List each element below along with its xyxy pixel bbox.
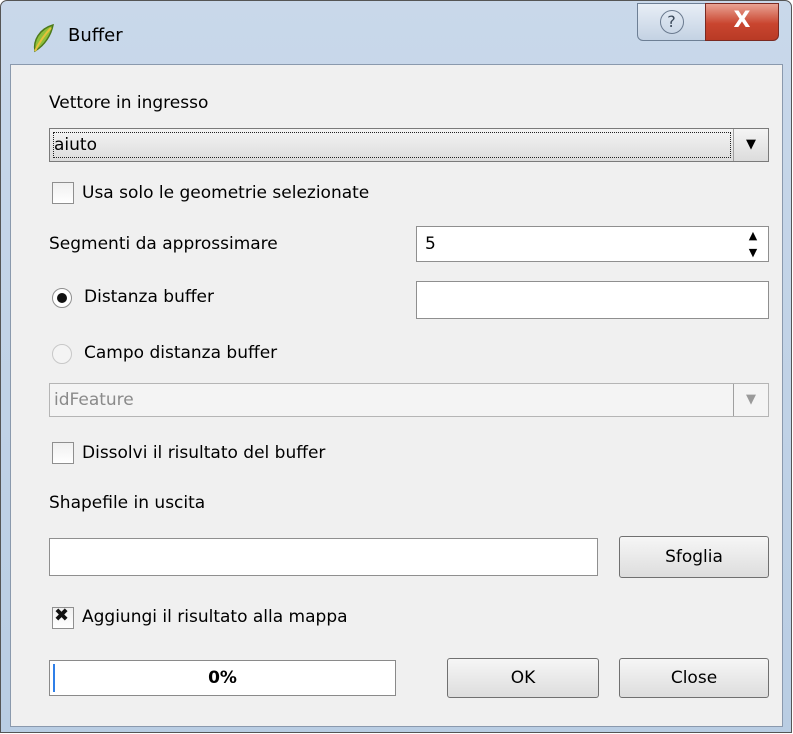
spin-down-icon[interactable]: ▼: [738, 244, 768, 261]
qgis-leaf-icon: [33, 23, 54, 53]
close-icon: X: [733, 8, 751, 33]
ok-button[interactable]: OK: [447, 658, 599, 698]
add-to-map-label: Aggiungi il risultato alla mappa: [82, 607, 348, 627]
progress-fill: [53, 664, 55, 692]
buffer-field-label: Campo distanza buffer: [84, 343, 278, 363]
input-layer-label: Vettore in ingresso: [49, 93, 209, 113]
close-button[interactable]: Close: [619, 658, 769, 698]
dissolve-label: Dissolvi il risultato del buffer: [82, 443, 326, 463]
help-button[interactable]: ?: [637, 3, 706, 41]
buffer-distance-radio[interactable]: [52, 288, 72, 308]
segments-stepper[interactable]: 5 ▲ ▼: [416, 226, 769, 262]
segments-label: Segmenti da approssimare: [49, 234, 278, 254]
buffer-dialog-window: Buffer ? X Vettore in ingresso aiuto ▼ U…: [0, 0, 792, 733]
segments-value: 5: [425, 234, 436, 254]
buffer-field-value: idFeature: [54, 390, 134, 410]
buffer-distance-label: Distanza buffer: [84, 287, 214, 307]
buffer-field-radio[interactable]: [52, 344, 72, 364]
input-layer-select[interactable]: aiuto ▼: [49, 128, 769, 162]
selected-only-label: Usa solo le geometrie selezionate: [82, 183, 370, 203]
selected-only-checkbox[interactable]: [52, 182, 74, 204]
spin-up-icon[interactable]: ▲: [738, 227, 768, 244]
dialog-body: Vettore in ingresso aiuto ▼ Usa solo le …: [10, 64, 783, 727]
chevron-down-icon[interactable]: ▼: [733, 129, 768, 161]
progress-bar: 0%: [49, 660, 396, 696]
dissolve-checkbox[interactable]: [52, 442, 74, 464]
buffer-field-select[interactable]: idFeature ▼: [49, 383, 769, 417]
output-shapefile-input[interactable]: [49, 538, 598, 576]
buffer-distance-input[interactable]: [416, 281, 769, 319]
help-icon: ?: [659, 10, 684, 34]
browse-button[interactable]: Sfoglia: [619, 536, 769, 578]
output-shapefile-label: Shapefile in uscita: [49, 493, 206, 513]
window-close-button[interactable]: X: [705, 3, 779, 41]
add-to-map-checkbox[interactable]: [52, 605, 74, 629]
progress-text: 0%: [208, 668, 237, 688]
window-title: Buffer: [68, 25, 123, 46]
input-layer-value: aiuto: [54, 135, 97, 155]
spin-buttons: ▲ ▼: [738, 227, 768, 261]
chevron-down-icon[interactable]: ▼: [733, 384, 768, 416]
focus-rect: [53, 132, 731, 158]
